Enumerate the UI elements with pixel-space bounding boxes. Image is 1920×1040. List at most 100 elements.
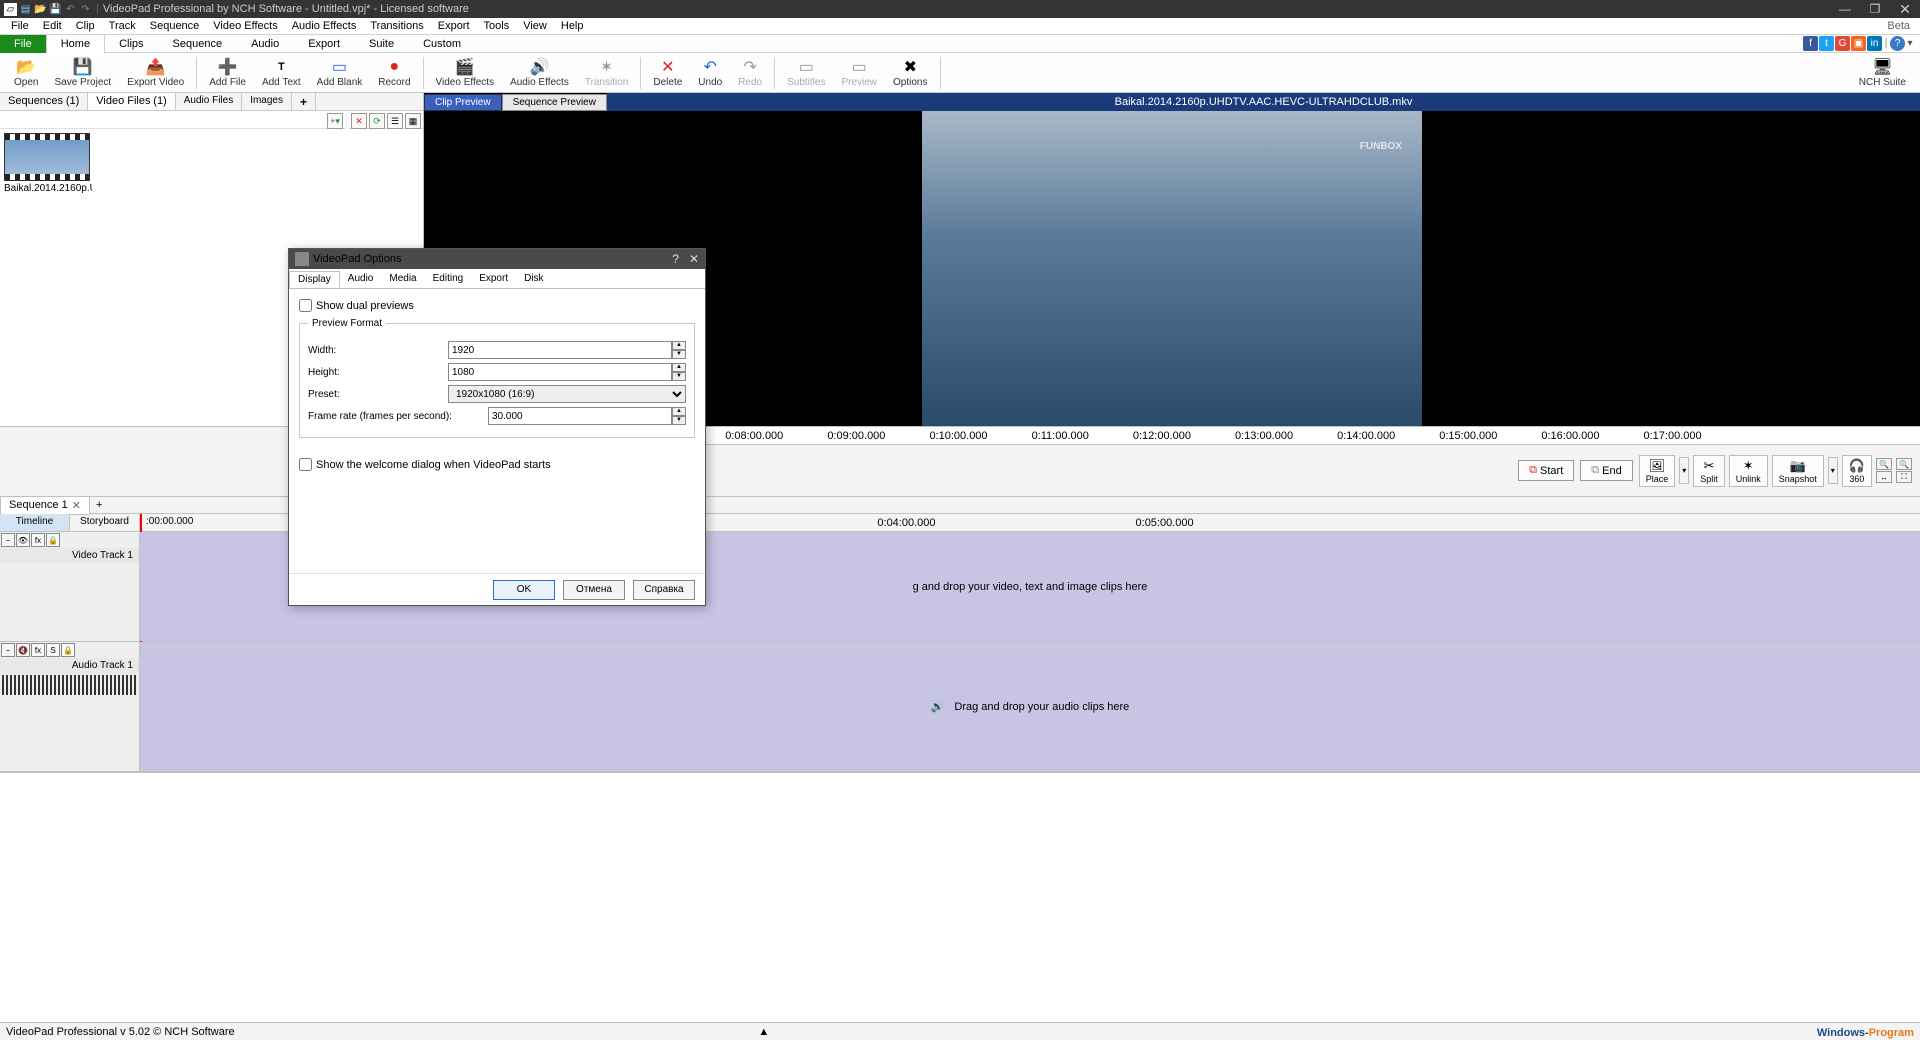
dialog-help-icon[interactable]: ? — [672, 252, 679, 266]
ribbon-tab-custom[interactable]: Custom — [409, 35, 476, 53]
fps-input[interactable] — [488, 407, 672, 425]
360-button[interactable]: 🎧360 — [1842, 455, 1872, 487]
menu-transitions[interactable]: Transitions — [363, 20, 430, 32]
ribbon-tab-clips[interactable]: Clips — [105, 35, 158, 53]
width-input[interactable] — [448, 341, 672, 359]
menu-file[interactable]: File — [4, 20, 36, 32]
fx-icon[interactable]: fx — [31, 643, 45, 657]
menu-help[interactable]: Help — [554, 20, 591, 32]
end-button[interactable]: ⧉End — [1580, 460, 1632, 481]
linkedin-icon[interactable]: in — [1867, 36, 1882, 51]
subtitles-button[interactable]: ▭Subtitles — [779, 53, 833, 93]
help-dropdown-icon[interactable]: ▾ — [1906, 36, 1914, 51]
minimize-button[interactable]: — — [1830, 0, 1860, 18]
zoom-out-icon[interactable]: 🔍 — [1896, 458, 1912, 470]
spin-up-icon[interactable]: ▲ — [672, 341, 686, 350]
grid-view-icon[interactable]: ▦ — [405, 113, 421, 129]
mode-storyboard[interactable]: Storyboard — [70, 514, 140, 531]
record-button[interactable]: ●Record — [370, 53, 418, 93]
add-media-icon[interactable]: +▾ — [327, 113, 343, 129]
cancel-button[interactable]: Отмена — [563, 580, 625, 600]
sequence-tab[interactable]: Sequence 1✕ — [0, 496, 90, 515]
tab-audio-files[interactable]: Audio Files — [176, 93, 242, 110]
fit-icon[interactable]: ↔ — [1876, 471, 1892, 483]
ribbon-tab-home[interactable]: Home — [46, 34, 105, 54]
close-button[interactable]: ✕ — [1890, 0, 1920, 18]
preset-select[interactable]: 1920x1080 (16:9) — [448, 385, 686, 403]
rss-icon[interactable]: ▣ — [1851, 36, 1866, 51]
maximize-button[interactable]: ❐ — [1860, 0, 1890, 18]
tab-media[interactable]: Media — [381, 271, 424, 288]
start-button[interactable]: ⧉Start — [1518, 460, 1574, 481]
transition-button[interactable]: ✶Transition — [577, 53, 637, 93]
spin-down-icon[interactable]: ▼ — [672, 372, 686, 381]
redo-button[interactable]: ↷Redo — [730, 53, 770, 93]
save-project-button[interactable]: 💾Save Project — [46, 53, 119, 93]
tab-add[interactable]: + — [292, 93, 316, 110]
collapse-icon[interactable]: − — [1, 643, 15, 657]
ok-button[interactable]: OK — [493, 580, 555, 600]
undo-button[interactable]: ↶Undo — [690, 53, 730, 93]
height-input[interactable] — [448, 363, 672, 381]
welcome-checkbox[interactable]: Show the welcome dialog when VideoPad st… — [299, 458, 695, 471]
dialog-titlebar[interactable]: VideoPad Options ? ✕ — [289, 249, 705, 269]
qa-open-icon[interactable]: 📂 — [34, 3, 47, 16]
preview-button[interactable]: ▭Preview — [833, 53, 885, 93]
media-clip[interactable]: Baikal.2014.2160p.U... — [4, 133, 92, 194]
tab-video-files[interactable]: Video Files (1) — [88, 93, 175, 110]
place-button[interactable]: 🖼Place — [1639, 455, 1676, 487]
snapshot-button[interactable]: 📷Snapshot — [1772, 455, 1824, 487]
tab-display[interactable]: Display — [289, 271, 340, 288]
collapse-icon[interactable]: − — [1, 533, 15, 547]
audio-track-body[interactable]: 🔊 Drag and drop your audio clips here — [140, 642, 1920, 771]
add-text-button[interactable]: TAdd Text — [254, 53, 309, 93]
add-file-button[interactable]: ➕Add File — [201, 53, 254, 93]
tab-audio[interactable]: Audio — [340, 271, 382, 288]
tab-sequence-preview[interactable]: Sequence Preview — [502, 94, 607, 111]
spin-down-icon[interactable]: ▼ — [672, 416, 686, 425]
zoom-in-icon[interactable]: 🔍 — [1876, 458, 1892, 470]
qa-redo-icon[interactable]: ↷ — [79, 3, 92, 16]
menu-audio-effects[interactable]: Audio Effects — [285, 20, 364, 32]
video-effects-button[interactable]: 🎬Video Effects — [428, 53, 503, 93]
google-plus-icon[interactable]: G — [1835, 36, 1850, 51]
menu-export[interactable]: Export — [431, 20, 477, 32]
menu-clip[interactable]: Clip — [69, 20, 102, 32]
dual-previews-checkbox[interactable]: Show dual previews — [299, 299, 695, 312]
options-button[interactable]: ✖Options — [885, 53, 935, 93]
tab-disk[interactable]: Disk — [516, 271, 551, 288]
expand-up-icon[interactable]: ▲ — [758, 1026, 769, 1038]
qa-undo-icon[interactable]: ↶ — [64, 3, 77, 16]
mute-icon[interactable]: 🔇 — [16, 643, 30, 657]
open-button[interactable]: 📂Open — [6, 53, 46, 93]
facebook-icon[interactable]: f — [1803, 36, 1818, 51]
menu-edit[interactable]: Edit — [36, 20, 69, 32]
ribbon-tab-file[interactable]: File — [0, 35, 46, 53]
split-button[interactable]: ✂Split — [1693, 455, 1725, 487]
tab-editing[interactable]: Editing — [425, 271, 472, 288]
dialog-close-icon[interactable]: ✕ — [689, 252, 699, 266]
menu-tools[interactable]: Tools — [477, 20, 517, 32]
solo-icon[interactable]: S — [46, 643, 60, 657]
eye-icon[interactable]: 👁 — [16, 533, 30, 547]
add-blank-button[interactable]: ▭Add Blank — [309, 53, 371, 93]
export-video-button[interactable]: 📤Export Video — [119, 53, 192, 93]
spin-up-icon[interactable]: ▲ — [672, 363, 686, 372]
menu-sequence[interactable]: Sequence — [143, 20, 207, 32]
qa-icon[interactable]: ▱ — [4, 3, 17, 16]
remove-media-icon[interactable]: ✕ — [351, 113, 367, 129]
place-dropdown-icon[interactable]: ▾ — [1679, 457, 1689, 484]
tab-export[interactable]: Export — [471, 271, 516, 288]
close-icon[interactable]: ✕ — [72, 499, 81, 512]
ribbon-tab-suite[interactable]: Suite — [355, 35, 409, 53]
delete-button[interactable]: ✕Delete — [645, 53, 690, 93]
qa-new-icon[interactable]: ▤ — [19, 3, 32, 16]
help-icon[interactable]: ? — [1890, 36, 1905, 51]
ribbon-tab-export[interactable]: Export — [294, 35, 355, 53]
mode-timeline[interactable]: Timeline — [0, 514, 70, 531]
expand-icon[interactable]: ⛶ — [1896, 471, 1912, 483]
qa-save-icon[interactable]: 💾 — [49, 3, 62, 16]
menu-track[interactable]: Track — [102, 20, 143, 32]
fx-icon[interactable]: fx — [31, 533, 45, 547]
list-view-icon[interactable]: ☰ — [387, 113, 403, 129]
